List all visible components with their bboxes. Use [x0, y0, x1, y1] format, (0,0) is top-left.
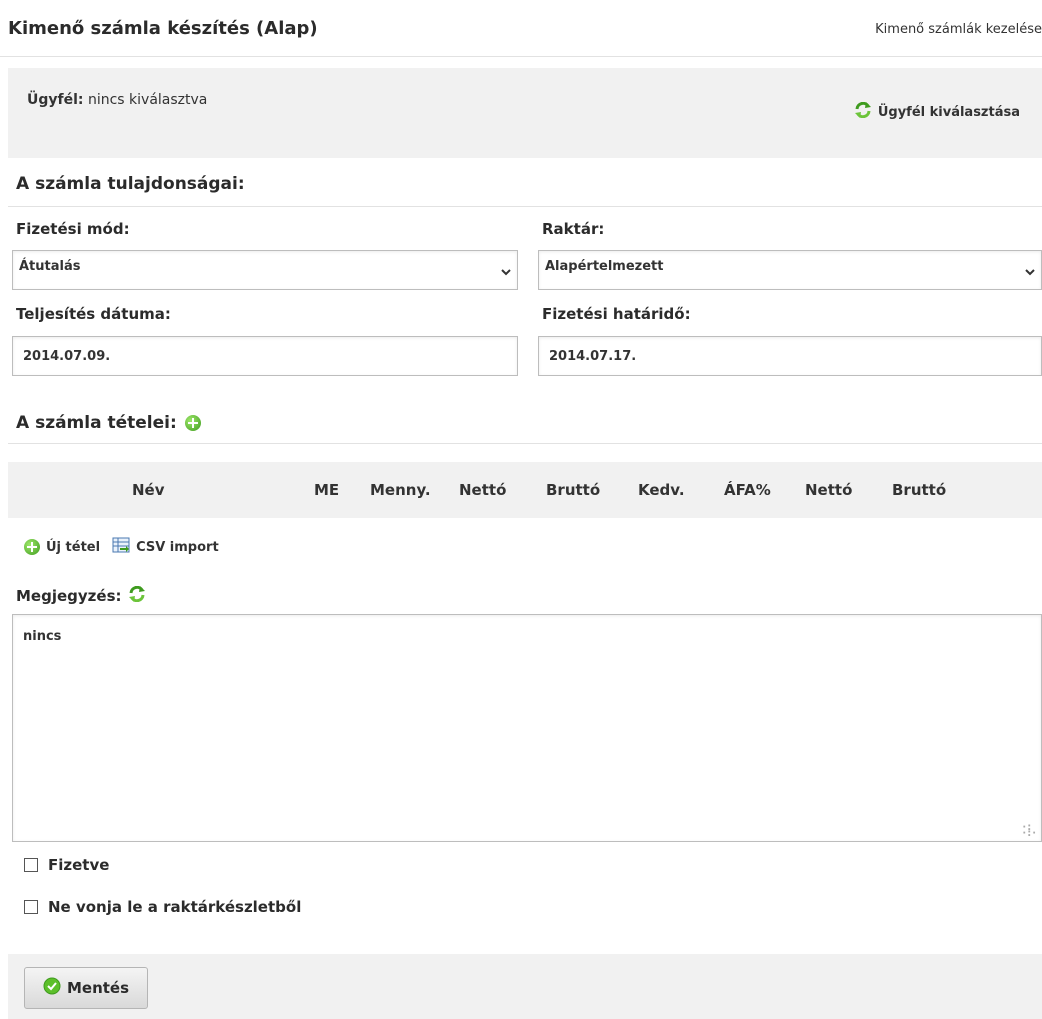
divider — [8, 443, 1042, 444]
warehouse-select[interactable]: Alapértelmezett — [538, 250, 1042, 290]
note-label-row: Megjegyzés: — [16, 585, 146, 606]
footer-bar: Mentés — [8, 954, 1042, 1019]
top-bar: Kimenő számla készítés (Alap) Kimenő szá… — [0, 0, 1042, 57]
divider — [8, 206, 1042, 207]
select-client-label: Ügyfél kiválasztása — [877, 104, 1020, 120]
check-circle-icon — [43, 977, 61, 999]
note-textarea[interactable]: nincs ·: ·:· — [12, 614, 1042, 842]
col-gross: Bruttó — [546, 481, 601, 499]
col-quantity: Menny. — [370, 481, 431, 499]
due-date-input[interactable]: 2014.07.17. — [538, 336, 1042, 376]
client-panel: Ügyfél: nincs kiválasztva Ügyfél kiválas… — [8, 68, 1042, 158]
fulfillment-date-label: Teljesítés dátuma: — [16, 305, 171, 323]
chevron-down-icon — [1025, 265, 1035, 280]
col-net: Nettó — [459, 481, 507, 499]
items-title: A számla tételei: — [16, 413, 177, 433]
page-title: Kimenő számla készítés (Alap) — [8, 18, 318, 39]
due-date-label: Fizetési határidő: — [542, 305, 691, 323]
no-stock-deduct-checkbox[interactable] — [24, 900, 38, 914]
save-button[interactable]: Mentés — [24, 967, 148, 1009]
paid-label: Fizetve — [48, 856, 110, 874]
payment-method-label: Fizetési mód: — [16, 220, 130, 238]
properties-title: A számla tulajdonságai: — [16, 174, 245, 194]
resize-grip-icon[interactable]: ·: ·:· — [1022, 823, 1037, 839]
refresh-icon — [854, 101, 872, 122]
chevron-down-icon — [501, 265, 511, 280]
payment-method-value: Átutalás — [19, 259, 81, 274]
col-discount: Kedv. — [638, 481, 685, 499]
add-icon — [24, 539, 40, 555]
note-value: nincs — [23, 629, 62, 644]
col-name: Név — [132, 481, 165, 499]
col-vat: ÁFA% — [724, 481, 771, 499]
select-client-button[interactable]: Ügyfél kiválasztása — [854, 101, 1020, 122]
warehouse-label: Raktár: — [542, 220, 605, 238]
client-info: Ügyfél: nincs kiválasztva — [27, 92, 207, 108]
warehouse-value: Alapértelmezett — [545, 259, 664, 274]
csv-import-label: CSV import — [136, 539, 219, 555]
paid-checkbox-row[interactable]: Fizetve — [24, 856, 109, 874]
new-item-button[interactable]: Új tétel — [24, 539, 100, 555]
items-title-row: A számla tételei: — [16, 413, 201, 433]
no-stock-deduct-label: Ne vonja le a raktárkészletből — [48, 898, 302, 916]
col-net-total: Nettó — [805, 481, 853, 499]
csv-import-button[interactable]: CSV import — [112, 537, 219, 557]
col-gross-total: Bruttó — [892, 481, 947, 499]
col-unit: ME — [314, 481, 340, 499]
client-value: nincs kiválasztva — [87, 92, 208, 108]
manage-outgoing-invoices-link[interactable]: Kimenő számlák kezelése — [875, 22, 1042, 37]
new-item-label: Új tétel — [46, 539, 101, 555]
items-table-header: Név ME Menny. Nettó Bruttó Kedv. ÁFA% Ne… — [8, 462, 1042, 518]
paid-checkbox[interactable] — [24, 858, 38, 872]
items-actions: Új tétel CSV import — [24, 537, 231, 557]
add-item-icon[interactable] — [184, 415, 201, 431]
refresh-icon[interactable] — [128, 585, 146, 606]
note-label: Megjegyzés: — [16, 587, 122, 605]
save-label: Mentés — [66, 979, 130, 997]
client-label: Ügyfél: — [27, 92, 84, 108]
spreadsheet-import-icon — [112, 537, 130, 557]
no-stock-deduct-checkbox-row[interactable]: Ne vonja le a raktárkészletből — [24, 898, 301, 916]
payment-method-select[interactable]: Átutalás — [12, 250, 518, 290]
fulfillment-date-input[interactable]: 2014.07.09. — [12, 336, 518, 376]
